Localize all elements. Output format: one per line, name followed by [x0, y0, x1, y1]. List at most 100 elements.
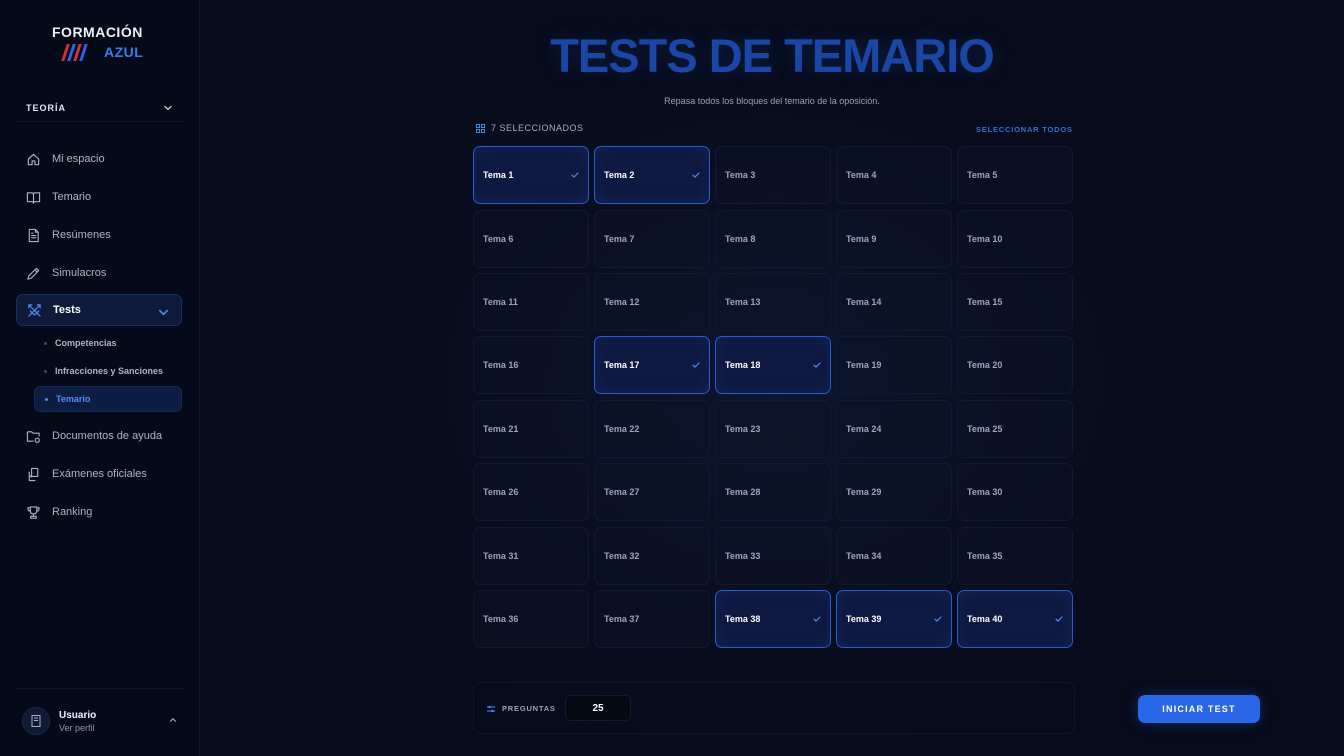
brand-logo[interactable]: FORMACIÓN AZUL: [52, 24, 162, 66]
topic-tile-label: Tema 38: [725, 614, 761, 624]
sidebar-item-tests[interactable]: Tests: [16, 294, 182, 326]
brand-bottom-text: AZUL: [104, 44, 144, 60]
topic-tile[interactable]: Tema 26: [473, 463, 589, 521]
topic-tile[interactable]: Tema 28: [715, 463, 831, 521]
sidebar-item-label: Simulacros: [52, 267, 107, 279]
topic-tile[interactable]: Tema 12: [594, 273, 710, 331]
topic-tile[interactable]: Tema 4: [836, 146, 952, 204]
topic-tile-label: Tema 25: [967, 424, 1003, 434]
topic-tile-label: Tema 32: [604, 551, 640, 561]
topic-tile-label: Tema 11: [483, 297, 518, 307]
bullet-dot: [44, 369, 47, 373]
topic-tile[interactable]: Tema 31: [473, 527, 589, 585]
topic-tile-label: Tema 24: [846, 424, 882, 434]
topic-tile-label: Tema 36: [483, 614, 519, 624]
topic-tile[interactable]: Tema 37: [594, 590, 710, 648]
brand-top-text: FORMACIÓN: [52, 24, 143, 40]
topic-tile[interactable]: Tema 30: [957, 463, 1073, 521]
topic-tile-label: Tema 18: [725, 360, 761, 370]
topic-tile[interactable]: Tema 19: [836, 336, 952, 394]
sidebar-item-simulacros[interactable]: Simulacros: [16, 257, 182, 289]
folder-settings-icon: [26, 430, 40, 443]
topic-tile[interactable]: Tema 27: [594, 463, 710, 521]
user-profile[interactable]: Usuario Ver perfil: [16, 688, 184, 756]
topic-tile[interactable]: Tema 17: [594, 336, 710, 394]
questions-count-input[interactable]: [565, 695, 631, 721]
topic-tile[interactable]: Tema 34: [836, 527, 952, 585]
topic-tile[interactable]: Tema 35: [957, 527, 1073, 585]
topic-tile[interactable]: Tema 15: [957, 273, 1073, 331]
topic-tile[interactable]: Tema 23: [715, 400, 831, 458]
topic-tile-label: Tema 1: [483, 170, 514, 180]
check-icon: [934, 616, 942, 622]
topic-tile[interactable]: Tema 22: [594, 400, 710, 458]
topic-tile[interactable]: Tema 10: [957, 210, 1073, 268]
topic-tile[interactable]: Tema 24: [836, 400, 952, 458]
start-test-button[interactable]: INICIAR TEST: [1138, 695, 1260, 723]
topic-tile-label: Tema 4: [846, 170, 877, 180]
sidebar-item-examenes[interactable]: Exámenes oficiales: [16, 458, 182, 490]
sidebar-item-resumenes[interactable]: Resúmenes: [16, 219, 182, 251]
topic-tile-label: Tema 8: [725, 234, 756, 244]
pencil-icon: [27, 267, 40, 280]
topic-tile[interactable]: Tema 14: [836, 273, 952, 331]
topic-tile[interactable]: Tema 7: [594, 210, 710, 268]
topic-tile-label: Tema 2: [604, 170, 635, 180]
bullet-dot: [45, 397, 48, 401]
topic-tile-label: Tema 31: [483, 551, 519, 561]
sidebar-subitem-temario[interactable]: Temario: [34, 386, 182, 412]
topic-tile[interactable]: Tema 6: [473, 210, 589, 268]
topic-tile-label: Tema 39: [846, 614, 882, 624]
topic-tile-label: Tema 29: [846, 487, 882, 497]
chevron-up-icon[interactable]: [168, 715, 178, 725]
topic-tile[interactable]: Tema 16: [473, 336, 589, 394]
topic-tile[interactable]: Tema 32: [594, 527, 710, 585]
topic-tile[interactable]: Tema 18: [715, 336, 831, 394]
sidebar-subitem-label: Competencias: [55, 338, 117, 348]
view-profile-link[interactable]: Ver perfil: [59, 723, 95, 733]
sidebar-item-label: Ranking: [52, 506, 93, 518]
topic-tile[interactable]: Tema 3: [715, 146, 831, 204]
topic-tile[interactable]: Tema 9: [836, 210, 952, 268]
select-all-button[interactable]: SELECCIONAR TODOS: [976, 125, 1073, 134]
topic-tile[interactable]: Tema 2: [594, 146, 710, 204]
topic-tile[interactable]: Tema 21: [473, 400, 589, 458]
topic-tile[interactable]: Tema 36: [473, 590, 589, 648]
sidebar-subitem-competencias[interactable]: Competencias: [34, 331, 182, 355]
sidebar-item-label: Exámenes oficiales: [52, 468, 147, 480]
badge-icon: [31, 715, 41, 727]
sidebar-item-label: Tests: [53, 304, 81, 316]
page-title: TESTS DE TEMARIO: [550, 29, 995, 82]
sidebar-subitem-infracciones[interactable]: Infracciones y Sanciones: [34, 359, 182, 383]
section-select[interactable]: TEORÍA: [16, 94, 184, 122]
topic-tile[interactable]: Tema 29: [836, 463, 952, 521]
topic-tile-label: Tema 10: [967, 234, 1003, 244]
topic-tile[interactable]: Tema 39: [836, 590, 952, 648]
topic-tile[interactable]: Tema 11: [473, 273, 589, 331]
topic-tile[interactable]: Tema 5: [957, 146, 1073, 204]
topic-tile[interactable]: Tema 8: [715, 210, 831, 268]
test-config-bar: PREGUNTAS INICIAR TEST: [473, 682, 1260, 734]
sidebar-item-mi-espacio[interactable]: Mi espacio: [16, 143, 182, 175]
sidebar-item-temario[interactable]: Temario: [16, 181, 182, 213]
topic-tile-label: Tema 9: [846, 234, 877, 244]
topic-tile-label: Tema 12: [604, 297, 640, 307]
topic-tile-label: Tema 22: [604, 424, 640, 434]
topic-tile[interactable]: Tema 25: [957, 400, 1073, 458]
sidebar-item-label: Documentos de ayuda: [52, 430, 163, 442]
section-select-label: TEORÍA: [26, 102, 67, 113]
topic-tile[interactable]: Tema 1: [473, 146, 589, 204]
sidebar-item-documentos[interactable]: Documentos de ayuda: [16, 420, 182, 452]
topic-tile[interactable]: Tema 40: [957, 590, 1073, 648]
topic-tile-label: Tema 21: [483, 424, 519, 434]
home-icon: [27, 153, 40, 165]
topic-tile-label: Tema 40: [967, 614, 1003, 624]
topic-tile[interactable]: Tema 38: [715, 590, 831, 648]
topic-tile[interactable]: Tema 33: [715, 527, 831, 585]
topic-tile[interactable]: Tema 20: [957, 336, 1073, 394]
sidebar-item-ranking[interactable]: Ranking: [16, 496, 182, 528]
document-icon: [28, 228, 39, 242]
selected-count-label: 7 SELECCIONADOS: [491, 123, 584, 133]
topic-tile-label: Tema 5: [967, 170, 998, 180]
topic-tile[interactable]: Tema 13: [715, 273, 831, 331]
